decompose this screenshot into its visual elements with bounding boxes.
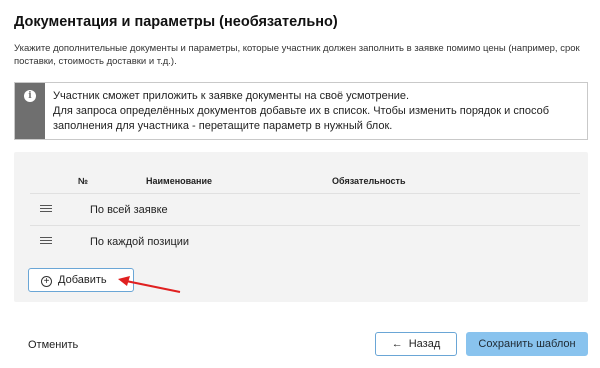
header-required: Обязательность [332,176,406,186]
drag-handle-icon[interactable] [40,205,52,214]
info-stripe: i [15,83,45,139]
back-button-label: Назад [408,338,441,350]
back-button[interactable]: ← Назад [375,332,457,356]
table-row[interactable]: По всей заявке [30,193,580,225]
info-line-2: Для запроса определённых документов доба… [53,105,549,117]
row-name: По всей заявке [90,204,168,216]
info-icon: i [24,90,36,102]
page-title: Документация и параметры (необязательно) [14,14,338,30]
table-header: № Наименование Обязательность [14,174,588,190]
drag-handle-icon[interactable] [40,237,52,246]
info-text: Участник сможет приложить к заявке докум… [53,89,549,134]
plus-circle-icon: + [41,275,52,287]
row-name: По каждой позиции [90,236,190,248]
info-line-1: Участник сможет приложить к заявке докум… [53,90,410,102]
save-template-button[interactable]: Сохранить шаблон [466,332,588,356]
header-name: Наименование [146,176,213,186]
annotation-arrow-icon [118,276,181,293]
header-number: № [78,176,89,186]
page-description: Укажите дополнительные документы и парам… [14,43,580,67]
info-line-3: заполнения для участника - перетащите па… [53,120,393,132]
cancel-button[interactable]: Отменить [28,339,78,351]
table-row[interactable]: По каждой позиции [30,225,580,257]
info-box: i Участник сможет приложить к заявке док… [14,82,588,140]
arrow-left-icon: ← [391,338,403,350]
add-button-label: Добавить [58,273,107,286]
